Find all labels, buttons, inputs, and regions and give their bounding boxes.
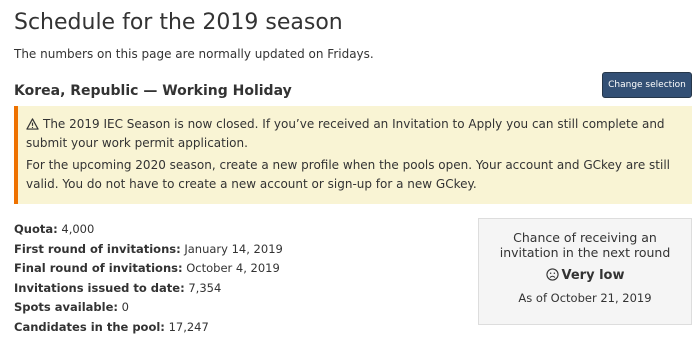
stat-invitations-issued: Invitations issued to date: 7,354 xyxy=(14,279,283,299)
update-note: The numbers on this page are normally up… xyxy=(14,47,374,61)
season-closed-alert: The 2019 IEC Season is now closed. If yo… xyxy=(14,106,692,204)
stat-candidates-in-pool: Candidates in the pool: 17,247 xyxy=(14,318,283,338)
stat-label: Candidates in the pool: xyxy=(14,319,165,334)
chance-value: Very low xyxy=(479,268,691,283)
stat-label: Invitations issued to date: xyxy=(14,280,185,295)
page-title: Schedule for the 2019 season xyxy=(14,10,343,35)
warning-icon xyxy=(26,118,39,130)
stat-value: 7,354 xyxy=(188,280,222,295)
alert-line-1: The 2019 IEC Season is now closed. If yo… xyxy=(26,115,682,153)
stat-spots-available: Spots available: 0 xyxy=(14,298,283,318)
stat-value: 0 xyxy=(121,300,129,315)
stat-label: First round of invitations: xyxy=(14,241,181,256)
as-of-date: As of October 21, 2019 xyxy=(518,291,652,305)
stat-first-round: First round of invitations: January 14, … xyxy=(14,240,283,260)
invitation-chance-panel: Chance of receiving an invitation in the… xyxy=(478,218,692,325)
stat-label: Spots available: xyxy=(14,300,118,315)
stat-value: January 14, 2019 xyxy=(184,241,283,256)
stat-label: Quota: xyxy=(14,222,58,236)
alert-text-1: The 2019 IEC Season is now closed. If yo… xyxy=(26,117,665,150)
stat-value: October 4, 2019 xyxy=(186,261,280,276)
change-selection-button[interactable]: Change selection xyxy=(602,72,692,98)
stat-final-round: Final round of invitations: October 4, 2… xyxy=(14,259,283,279)
season-stats-list: Quota: 4,000 First round of invitations:… xyxy=(14,220,283,338)
stat-quota: Quota: 4,000 xyxy=(14,220,283,240)
chance-level: Very low xyxy=(561,268,625,283)
stat-label: Final round of invitations: xyxy=(14,261,183,276)
alert-line-2: For the upcoming 2020 season, create a n… xyxy=(26,158,671,191)
sad-face-icon xyxy=(545,268,559,281)
stat-value: 4,000 xyxy=(61,222,95,236)
chance-title: Chance of receiving an invitation in the… xyxy=(499,230,671,260)
program-heading: Korea, Republic — Working Holiday xyxy=(14,83,292,99)
stat-value: 17,247 xyxy=(168,319,209,334)
